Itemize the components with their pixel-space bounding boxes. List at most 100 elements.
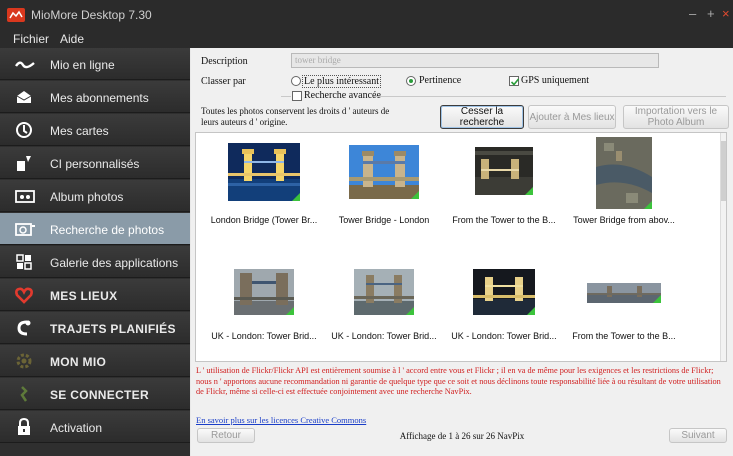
advanced-search-checkbox[interactable]	[292, 91, 302, 101]
sidebar-item-label: Mio en ligne	[50, 58, 115, 72]
sidebar-item-label: Album photos	[50, 190, 124, 204]
result-caption: UK - London: Tower Brid...	[451, 331, 557, 341]
scrollbar-thumb[interactable]	[721, 141, 726, 201]
miomore-logo-icon	[7, 8, 25, 22]
sort-relevance-label[interactable]: Pertinence	[419, 75, 461, 86]
stop-search-button[interactable]: Cesser la recherche	[440, 105, 524, 129]
results-grid: London Bridge (Tower Br... Tower Bridge …	[195, 132, 727, 362]
poi-icon	[14, 154, 34, 172]
description-label: Description	[201, 56, 248, 67]
sidebar-item-mes-abonnements[interactable]: Mes abonnements	[0, 81, 190, 113]
minimize-button[interactable]: –	[689, 6, 696, 21]
result-caption: From the Tower to the B...	[572, 331, 676, 341]
gps-badge-icon	[292, 193, 300, 201]
menu-aide[interactable]: Aide	[60, 32, 84, 46]
result-tile[interactable]: Tower Bridge from abov...	[564, 137, 684, 247]
sort-most-interesting-radio[interactable]	[291, 76, 301, 86]
result-tile[interactable]: London Bridge (Tower Br...	[204, 137, 324, 247]
advanced-separator-left	[281, 96, 291, 97]
results-count: Affichage de 1 à 26 sur 26 NavPix	[399, 431, 525, 441]
gps-only-label[interactable]: GPS uniquement	[521, 75, 589, 86]
sidebar-item-activation[interactable]: Activation	[0, 411, 190, 443]
sidebar-item-label: Mes cartes	[50, 124, 109, 138]
sidebar-item-recherche-de-photos[interactable]: Recherche de photos	[0, 213, 190, 245]
title-bar: MioMore Desktop 7.30 – + ×	[0, 0, 733, 30]
sort-label: Classer par	[201, 76, 246, 87]
sidebar-item-label: Mes abonnements	[50, 91, 149, 105]
sidebar-item-label: Galerie des applications	[50, 256, 179, 270]
gps-badge-icon	[411, 191, 419, 199]
photo-thumbnail[interactable]	[587, 283, 661, 303]
gps-badge-icon	[406, 307, 414, 315]
menu-bar: Fichier Aide	[0, 30, 733, 48]
advanced-search-label[interactable]: Recherche avancée	[304, 90, 381, 101]
photo-thumbnail[interactable]	[475, 147, 533, 195]
photo-search-panel: Description tower bridge Classer par Le …	[191, 48, 733, 456]
result-caption: Tower Bridge - London	[338, 215, 430, 225]
gps-badge-icon	[527, 307, 535, 315]
add-to-my-places-button[interactable]: Ajouter à Mes lieux	[528, 105, 616, 129]
advanced-separator-right	[374, 96, 726, 97]
result-caption: UK - London: Tower Brid...	[331, 331, 437, 341]
rights-note: Toutes les photos conservent les droits …	[201, 106, 390, 127]
result-tile[interactable]: From the Tower to the B...	[444, 137, 564, 247]
menu-fichier[interactable]: Fichier	[13, 32, 49, 46]
map-icon	[14, 121, 34, 139]
result-tile[interactable]: UK - London: Tower Brid...	[204, 253, 324, 363]
sidebar-item-trajets-planifies[interactable]: TRAJETS PLANIFIÉS	[0, 312, 190, 344]
next-button[interactable]: Suivant	[669, 428, 727, 443]
envelope-icon	[14, 88, 34, 106]
result-tile[interactable]: UK - London: Tower Brid...	[444, 253, 564, 363]
result-caption: UK - London: Tower Brid...	[211, 331, 317, 341]
sidebar-item-label: Activation	[50, 421, 103, 435]
result-tile[interactable]: UK - London: Tower Brid...	[324, 253, 444, 363]
sidebar-item-ci-personnalises[interactable]: CI personnalisés	[0, 147, 190, 179]
gps-badge-icon	[286, 307, 294, 315]
gps-only-checkbox[interactable]	[509, 76, 520, 86]
sidebar-item-label: SE CONNECTER	[50, 388, 149, 402]
sidebar-item-label: Recherche de photos	[50, 223, 165, 237]
result-caption: Tower Bridge from abov...	[573, 215, 675, 225]
sidebar-item-label: CI personnalisés	[50, 157, 140, 171]
window-title: MioMore Desktop 7.30	[31, 8, 152, 22]
sort-most-interesting-label[interactable]: Le plus intéressant	[302, 75, 381, 88]
sidebar-item-galerie-des-applications[interactable]: Galerie des applications	[0, 246, 190, 278]
photo-thumbnail[interactable]	[473, 269, 535, 315]
import-to-album-button[interactable]: Importation vers le Photo Album	[623, 105, 729, 129]
sidebar-item-label: MON MIO	[50, 355, 107, 369]
result-caption: London Bridge (Tower Br...	[210, 215, 318, 225]
album-icon	[14, 187, 35, 205]
sidebar-item-mio-en-ligne[interactable]: Mio en ligne	[0, 48, 190, 80]
gps-badge-icon	[653, 295, 661, 303]
result-caption: From the Tower to the B...	[452, 215, 556, 225]
sidebar-item-se-connecter[interactable]: SE CONNECTER	[0, 378, 190, 410]
heart-icon	[14, 286, 34, 304]
sidebar-item-mes-lieux[interactable]: MES LIEUX	[0, 279, 190, 311]
sort-relevance-radio[interactable]	[406, 76, 416, 86]
sidebar: Mio en ligne Mes abonnements Mes cartes …	[0, 48, 190, 456]
result-tile[interactable]: From the Tower to the B...	[564, 253, 684, 363]
sidebar-item-label: MES LIEUX	[50, 289, 118, 303]
creative-commons-link[interactable]: En savoir plus sur les licences Creative…	[196, 415, 366, 425]
photo-thumbnail[interactable]	[596, 137, 652, 209]
gear-icon	[14, 352, 34, 370]
description-input[interactable]: tower bridge	[291, 53, 659, 68]
result-tile[interactable]: Tower Bridge - London	[324, 137, 444, 247]
route-icon	[14, 319, 34, 337]
gps-badge-icon	[644, 201, 652, 209]
sidebar-item-mes-cartes[interactable]: Mes cartes	[0, 114, 190, 146]
gps-badge-icon	[525, 187, 533, 195]
photo-thumbnail[interactable]	[228, 143, 300, 201]
maximize-button[interactable]: +	[707, 6, 715, 21]
close-button[interactable]: ×	[722, 6, 730, 21]
connect-icon	[14, 385, 34, 403]
photo-thumbnail[interactable]	[354, 269, 414, 315]
sidebar-item-label: TRAJETS PLANIFIÉS	[50, 322, 176, 336]
camera-icon	[14, 220, 35, 238]
sidebar-item-album-photos[interactable]: Album photos	[0, 180, 190, 212]
photo-thumbnail[interactable]	[234, 269, 294, 315]
results-scrollbar[interactable]	[720, 133, 726, 361]
photo-thumbnail[interactable]	[349, 145, 419, 199]
apps-icon	[14, 253, 34, 271]
sidebar-item-mon-mio[interactable]: MON MIO	[0, 345, 190, 377]
